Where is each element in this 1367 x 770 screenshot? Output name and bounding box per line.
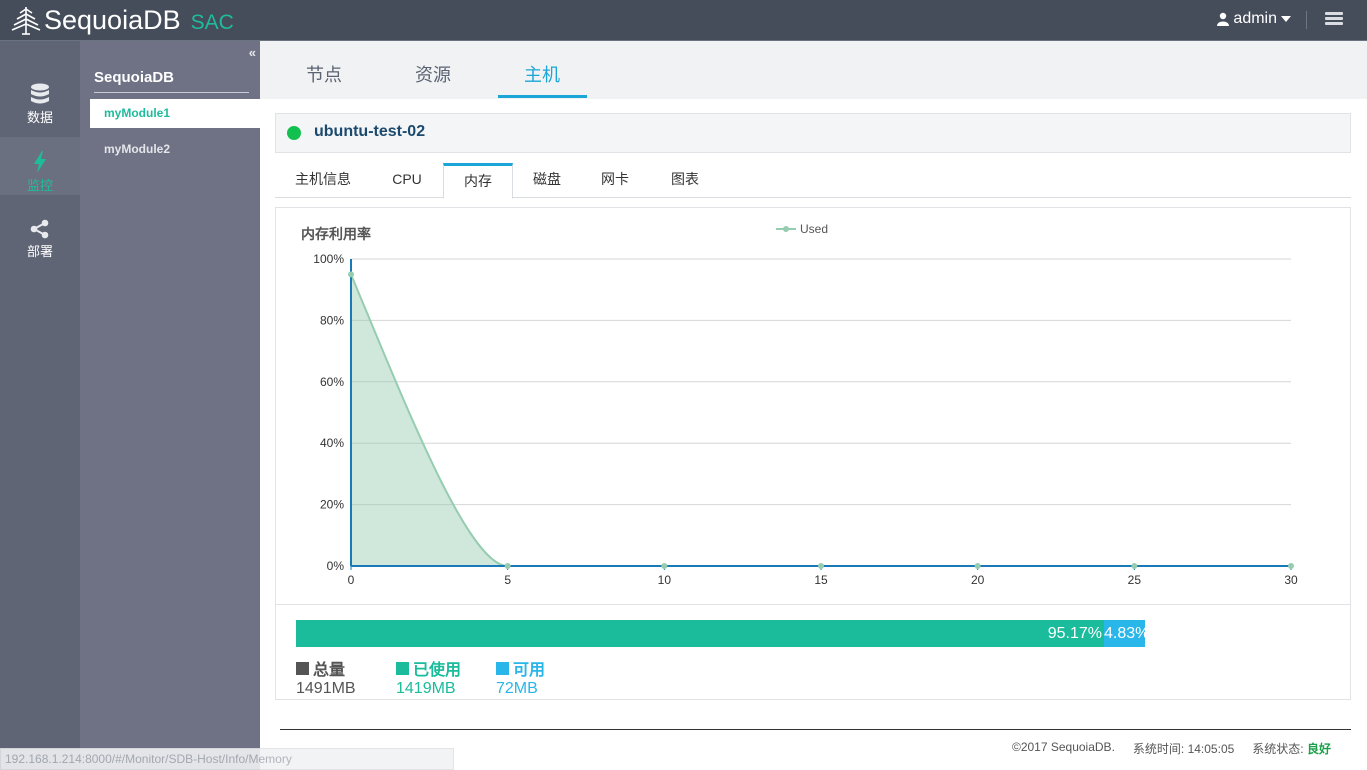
subtab-host-info[interactable]: 主机信息	[275, 163, 371, 198]
legend-label: Used	[800, 222, 829, 236]
sidebar-item-mymodule2[interactable]: myModule2	[90, 135, 260, 164]
lightning-icon	[34, 151, 46, 173]
stat-total: 总量 1491MB	[296, 656, 356, 698]
stat-used: 已使用 1419MB	[396, 656, 461, 698]
rail-item-monitor[interactable]: 监控	[0, 137, 80, 195]
subtab-charts[interactable]: 图表	[651, 163, 719, 198]
stat-free: 可用 72MB	[496, 656, 545, 698]
system-state: 系统状态: 良好	[1252, 740, 1331, 757]
stat-free-label: 可用	[513, 662, 546, 679]
chart-title: 内存利用率	[301, 226, 371, 242]
share-icon	[30, 219, 49, 239]
browser-status-url: 192.168.1.214:8000/#/Monitor/SDB-Host/In…	[0, 748, 454, 770]
stat-used-value: 1419MB	[396, 680, 456, 697]
nav-rail: 数据 监控 部署	[0, 41, 80, 770]
rail-item-label: 数据	[26, 110, 53, 125]
y-tick-label: 100%	[313, 252, 344, 266]
system-time: 系统时间: 14:05:05	[1132, 742, 1235, 756]
app-suffix: SAC	[190, 11, 234, 34]
main-tabs: 节点 资源 主机	[260, 41, 1367, 99]
footer: ©2017 SequoiaDB. 系统时间: 14:05:05 系统状态: 良好	[1012, 740, 1331, 757]
subtab-cpu[interactable]: CPU	[373, 163, 441, 198]
y-tick-label: 80%	[320, 313, 344, 327]
active-tab-indicator	[498, 95, 587, 98]
caret-down-icon	[1281, 16, 1291, 22]
data-point	[1288, 563, 1294, 569]
tab-nodes[interactable]: 节点	[306, 61, 342, 87]
data-point	[504, 563, 511, 569]
y-tick-label: 40%	[320, 436, 344, 450]
total-swatch	[296, 661, 309, 675]
used-swatch	[396, 661, 409, 675]
memory-panel: 0% 20% 40% 60% 80% 100% 0 5 10 15 20 25 30 内存利用率 Use…	[275, 207, 1351, 700]
legend-line-marker	[776, 226, 796, 232]
host-status-dot	[287, 126, 301, 140]
data-point	[1131, 563, 1138, 569]
y-tick-label: 0%	[327, 559, 345, 573]
x-tick-label: 5	[504, 573, 511, 587]
collapse-icon[interactable]: «	[249, 45, 256, 60]
logo[interactable]: SequoiaDB SAC	[10, 3, 234, 37]
rail-item-label: 监控	[26, 178, 53, 193]
data-point	[348, 271, 354, 278]
x-tick-label: 10	[658, 573, 672, 587]
memory-usage-chart: 0% 20% 40% 60% 80% 100% 0 5 10 15 20 25 30	[313, 252, 1298, 587]
sequoia-tree-icon	[11, 7, 41, 35]
x-tick-label: 0	[348, 573, 355, 587]
hamburger-menu-icon[interactable]	[1325, 12, 1343, 26]
x-tick-label: 25	[1128, 573, 1142, 587]
series-area-used	[351, 274, 1291, 566]
panel-divider	[276, 604, 1350, 605]
memory-free-segment: 4.83%	[1103, 620, 1149, 647]
subtab-nic[interactable]: 网卡	[581, 163, 649, 198]
data-point	[818, 563, 824, 569]
series-line-used	[350, 273, 1291, 567]
memory-usage-bar: 95.17% 4.83%	[296, 620, 1149, 647]
data-point	[974, 563, 981, 569]
sidebar-item-mymodule1[interactable]: myModule1	[90, 99, 260, 128]
data-point	[661, 563, 668, 569]
subtab-disk[interactable]: 磁盘	[513, 163, 581, 198]
memory-used-segment: 95.17%	[296, 620, 1104, 647]
user-name: admin	[1233, 10, 1277, 27]
rail-item-deploy[interactable]: 部署	[0, 207, 80, 273]
chart-legend[interactable]: Used	[776, 222, 828, 236]
host-subtabs: 主机信息 CPU 内存 磁盘 网卡 图表	[275, 163, 1351, 199]
stat-total-label: 总量	[313, 662, 346, 679]
user-menu[interactable]: admin	[1217, 10, 1291, 28]
system-state-label: 系统状态:	[1252, 742, 1304, 756]
app-name: SequoiaDB	[44, 4, 181, 35]
host-header: ubuntu-test-02	[275, 113, 1351, 153]
tab-resources[interactable]: 资源	[415, 61, 451, 87]
main-content: 节点 资源 主机 ubuntu-test-02 主机信息 CPU 内存 磁盘 网…	[260, 41, 1367, 770]
copyright: ©2017 SequoiaDB.	[1011, 740, 1115, 754]
user-icon	[1217, 12, 1230, 26]
stat-free-value: 72MB	[496, 680, 538, 697]
system-state-value: 良好	[1306, 742, 1331, 756]
header-divider	[1306, 11, 1307, 29]
host-name: ubuntu-test-02	[314, 123, 426, 140]
sidebar-title: SequoiaDB	[94, 69, 249, 93]
database-icon	[31, 83, 49, 104]
y-tick-label: 60%	[320, 375, 344, 389]
x-tick-label: 20	[971, 573, 985, 587]
free-swatch	[496, 661, 509, 675]
rail-item-data[interactable]: 数据	[0, 71, 80, 137]
y-tick-label: 20%	[320, 498, 344, 512]
x-tick-label: 30	[1284, 573, 1298, 587]
stat-used-label: 已使用	[413, 662, 462, 679]
module-sidebar: « SequoiaDB myModule1 myModule2	[80, 41, 260, 770]
stat-total-value: 1491MB	[296, 680, 356, 697]
top-bar: SequoiaDB SAC admin	[0, 0, 1367, 41]
x-tick-label: 15	[814, 573, 828, 587]
footer-divider	[280, 729, 1351, 730]
tab-host[interactable]: 主机	[524, 61, 560, 87]
subtab-memory[interactable]: 内存	[443, 163, 513, 199]
rail-item-label: 部署	[26, 244, 53, 259]
